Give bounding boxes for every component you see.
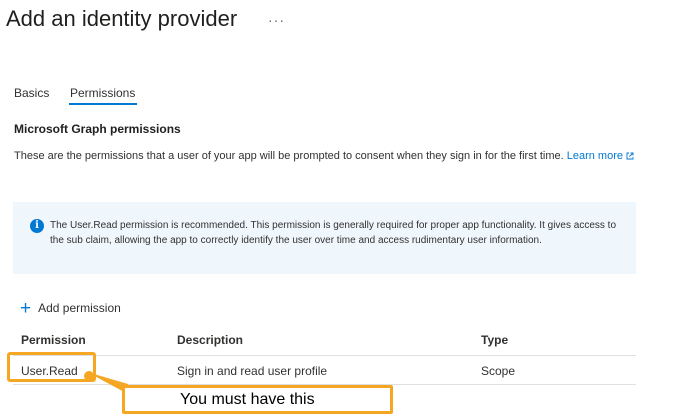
more-options-button[interactable]: ··· <box>268 12 285 28</box>
table-header-divider <box>13 355 636 356</box>
tab-permissions[interactable]: Permissions <box>70 86 135 100</box>
info-banner-text: The User.Read permission is recommended.… <box>50 220 617 246</box>
tab-basics[interactable]: Basics <box>14 86 49 100</box>
learn-more-label[interactable]: Learn more <box>567 150 623 162</box>
info-icon: i <box>30 219 44 233</box>
type-cell: Scope <box>481 364 516 378</box>
callout-text: You must have this <box>125 388 390 411</box>
plus-icon: + <box>20 297 32 319</box>
section-title: Microsoft Graph permissions <box>14 122 181 136</box>
external-link-icon <box>626 152 634 160</box>
description-text: These are the permissions that a user of… <box>14 150 564 162</box>
column-header-permission: Permission <box>21 333 86 347</box>
add-permission-label[interactable]: Add permission <box>38 301 121 315</box>
column-header-description: Description <box>177 333 244 347</box>
description-cell: Sign in and read user profile <box>177 364 328 378</box>
active-tab-indicator <box>69 103 137 105</box>
learn-more-link[interactable]: Learn more <box>567 150 634 162</box>
callout-label: You must have this <box>122 385 393 414</box>
page-title: Add an identity provider <box>6 6 238 31</box>
section-description: These are the permissions that a user of… <box>14 148 639 164</box>
column-header-type: Type <box>481 333 509 347</box>
callout-highlight-box <box>7 352 96 382</box>
add-permission-button[interactable]: + Add permission <box>20 298 121 318</box>
